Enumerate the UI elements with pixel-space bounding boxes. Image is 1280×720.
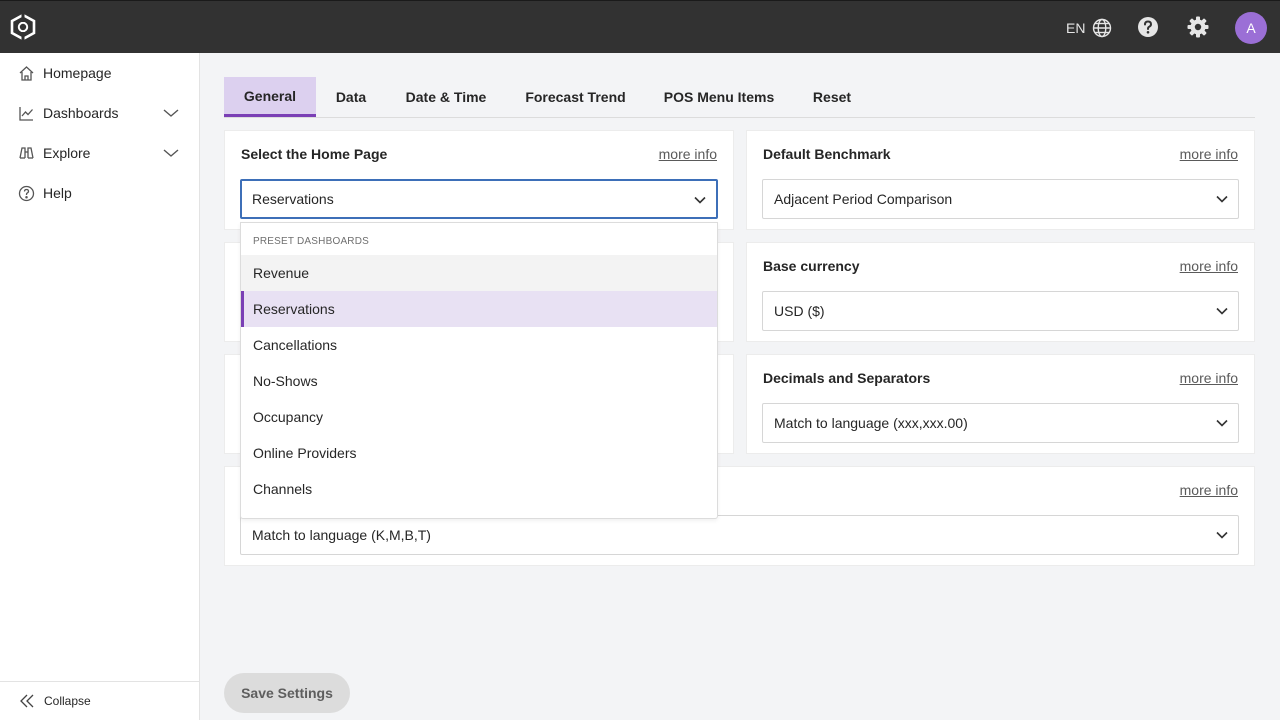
number-abbreviation-select[interactable]: Match to language (K,M,B,T) bbox=[240, 515, 1239, 555]
selected-value: Adjacent Period Comparison bbox=[774, 191, 953, 207]
sidebar-item-label: Dashboards bbox=[43, 105, 119, 121]
dropdown-option-reservations[interactable]: Reservations bbox=[241, 291, 717, 327]
sidebar-item-label: Help bbox=[43, 185, 72, 201]
dropdown-option-no-shows[interactable]: No-Shows bbox=[241, 363, 717, 399]
more-info-link[interactable]: more info bbox=[1180, 258, 1238, 274]
chevron-down-icon bbox=[1216, 307, 1228, 315]
tab-forecast-trend[interactable]: Forecast Trend bbox=[512, 77, 639, 117]
gear-icon[interactable] bbox=[1187, 16, 1209, 38]
more-info-link[interactable]: more info bbox=[1180, 370, 1238, 386]
language-selector[interactable]: EN bbox=[1066, 18, 1112, 38]
user-avatar[interactable]: A bbox=[1235, 12, 1267, 44]
base-currency-select[interactable]: USD ($) bbox=[762, 291, 1239, 331]
tab-general[interactable]: General bbox=[224, 77, 316, 117]
chevron-down-icon bbox=[1216, 195, 1228, 203]
dropdown-group-label: PRESET DASHBOARDS bbox=[253, 236, 370, 247]
collapse-label: Collapse bbox=[44, 694, 91, 708]
chart-icon bbox=[19, 106, 33, 121]
dropdown-option-occupancy[interactable]: Occupancy bbox=[241, 399, 717, 435]
selected-value: Match to language (K,M,B,T) bbox=[252, 527, 431, 543]
selected-value: USD ($) bbox=[774, 303, 825, 319]
collapse-sidebar-button[interactable]: Collapse bbox=[0, 681, 199, 720]
dropdown-option-channels[interactable]: Channels bbox=[241, 471, 717, 507]
card-title: Default Benchmark bbox=[763, 146, 891, 162]
sidebar-item-help[interactable]: Help bbox=[0, 175, 199, 211]
chevron-down-icon bbox=[1216, 419, 1228, 427]
card-title: Base currency bbox=[763, 258, 860, 274]
settings-tabs: General Data Date & Time Forecast Trend … bbox=[224, 77, 1255, 118]
top-bar: EN A bbox=[0, 0, 1280, 53]
dropdown-option-revenue[interactable]: Revenue bbox=[241, 255, 717, 291]
sidebar: Homepage Dashboards Explore Help Collaps… bbox=[0, 53, 200, 720]
selected-value: Reservations bbox=[252, 191, 334, 207]
home-icon bbox=[19, 65, 34, 81]
help-icon[interactable] bbox=[1137, 16, 1159, 38]
language-code: EN bbox=[1066, 20, 1086, 36]
tab-data[interactable]: Data bbox=[320, 77, 382, 117]
globe-icon bbox=[1093, 18, 1112, 38]
dropdown-option-partial[interactable]: E... bbox=[241, 507, 717, 518]
decimals-separators-select[interactable]: Match to language (xxx,xxx.00) bbox=[762, 403, 1239, 443]
card-title: Select the Home Page bbox=[241, 146, 388, 162]
sidebar-item-dashboards[interactable]: Dashboards bbox=[0, 95, 199, 131]
card-title: Decimals and Separators bbox=[763, 370, 931, 386]
binoculars-icon bbox=[19, 146, 34, 159]
chevron-down-icon[interactable] bbox=[163, 106, 179, 120]
decimals-separators-card: Decimals and Separators more info Match … bbox=[746, 354, 1255, 454]
chevron-down-icon[interactable] bbox=[163, 146, 179, 160]
selected-value: Match to language (xxx,xxx.00) bbox=[774, 415, 968, 431]
chevron-down-icon bbox=[1216, 531, 1228, 539]
default-benchmark-select[interactable]: Adjacent Period Comparison bbox=[762, 179, 1239, 219]
more-info-link[interactable]: more info bbox=[1180, 482, 1238, 498]
dropdown-option-online-providers[interactable]: Online Providers bbox=[241, 435, 717, 471]
sidebar-item-label: Homepage bbox=[43, 65, 112, 81]
sidebar-item-explore[interactable]: Explore bbox=[0, 135, 199, 171]
app-logo-icon[interactable] bbox=[10, 14, 36, 40]
dropdown-option-cancellations[interactable]: Cancellations bbox=[241, 327, 717, 363]
tab-reset[interactable]: Reset bbox=[800, 77, 864, 117]
help-circle-icon bbox=[18, 185, 35, 201]
more-info-link[interactable]: more info bbox=[1180, 146, 1238, 162]
home-page-card: Select the Home Page more info Reservati… bbox=[224, 130, 734, 230]
tab-date-time[interactable]: Date & Time bbox=[392, 77, 500, 117]
sidebar-item-label: Explore bbox=[43, 145, 91, 161]
home-page-dropdown-menu: PRESET DASHBOARDS Revenue Reservations C… bbox=[240, 222, 718, 519]
double-chevron-left-icon bbox=[20, 694, 34, 708]
more-info-link[interactable]: more info bbox=[659, 146, 717, 162]
tab-pos-menu-items[interactable]: POS Menu Items bbox=[652, 77, 786, 117]
sidebar-item-homepage[interactable]: Homepage bbox=[0, 55, 199, 91]
default-benchmark-card: Default Benchmark more info Adjacent Per… bbox=[746, 130, 1255, 230]
save-settings-button[interactable]: Save Settings bbox=[224, 673, 350, 713]
base-currency-card: Base currency more info USD ($) bbox=[746, 242, 1255, 342]
home-page-select[interactable]: Reservations bbox=[240, 179, 718, 219]
chevron-down-icon bbox=[694, 196, 706, 204]
